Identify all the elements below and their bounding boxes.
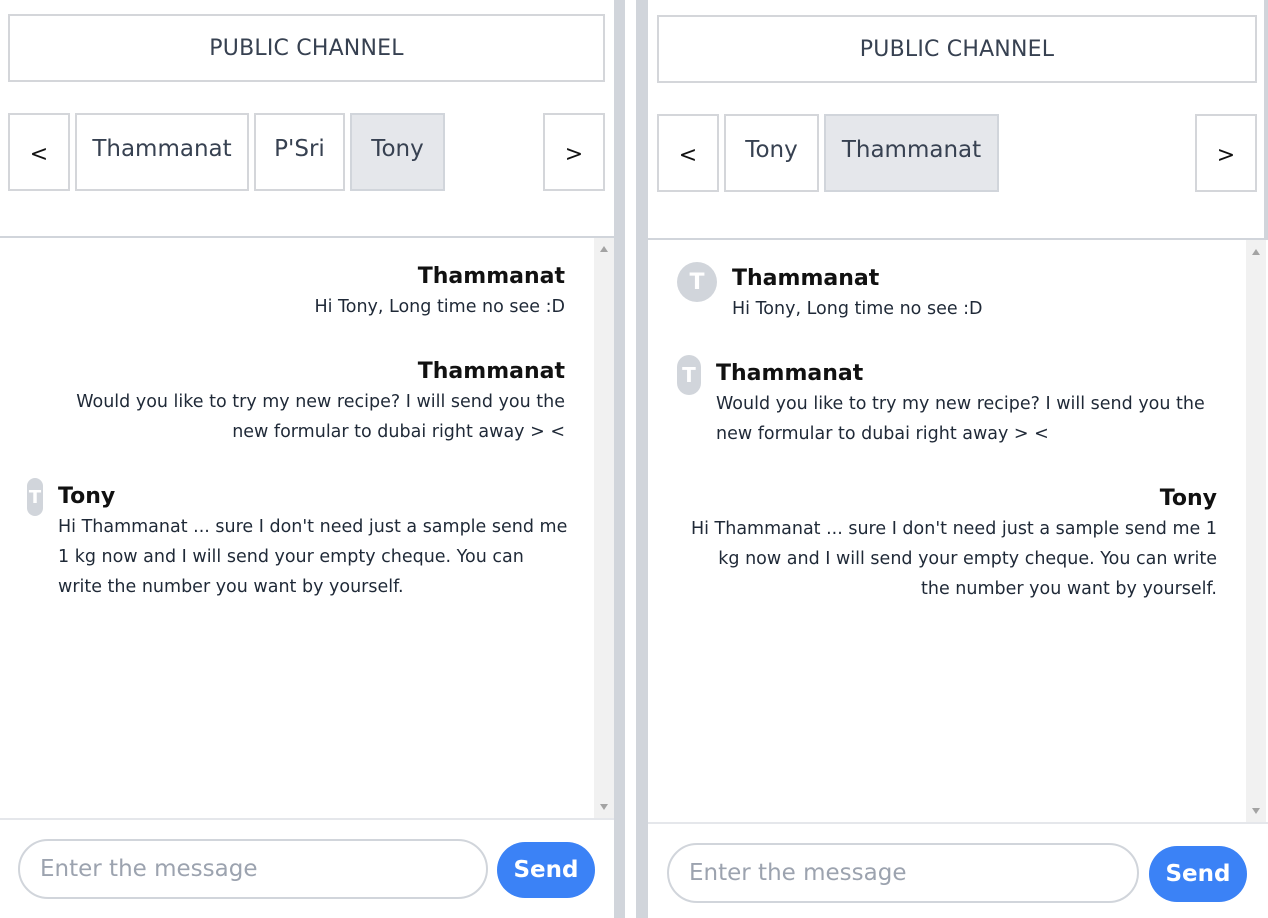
message-item: Thammanat Would you like to try my new r… bbox=[716, 359, 1236, 449]
message-text-line: the number you want by yourself. bbox=[921, 579, 1217, 599]
message-text-line: Would you like to try my new recipe? I w… bbox=[76, 392, 565, 412]
message-text: Hi Tony, Long time no see :D bbox=[732, 299, 983, 319]
tab-psri[interactable]: P'Sri bbox=[254, 113, 345, 191]
send-button[interactable]: Send bbox=[1149, 846, 1247, 902]
message-list: T Thammanat Hi Tony, Long time no see :D… bbox=[648, 240, 1246, 822]
message-text-line: 1 kg now and I will send your empty cheq… bbox=[58, 547, 524, 567]
scroll-up-icon[interactable] bbox=[1252, 249, 1260, 255]
message-scrollbar[interactable] bbox=[1246, 240, 1266, 822]
message-text: Hi Tony, Long time no see :D bbox=[314, 297, 565, 317]
message-item: Thammanat Hi Tony, Long time no see :D bbox=[732, 264, 1232, 324]
message-sender: Tony bbox=[58, 484, 116, 509]
message-item: Thammanat Would you like to try my new r… bbox=[20, 357, 565, 447]
message-text-line: kg now and I will send your empty cheque… bbox=[718, 549, 1217, 569]
message-sender: Thammanat bbox=[417, 359, 565, 384]
message-item: Tony Hi Thammanat ... sure I don't need … bbox=[58, 482, 578, 602]
message-text-line: Hi Thammanat ... sure I don't need just … bbox=[690, 519, 1217, 539]
message-sender: Thammanat bbox=[716, 361, 864, 386]
next-tab-button[interactable]: > bbox=[1195, 114, 1257, 192]
send-button[interactable]: Send bbox=[497, 842, 595, 898]
message-input[interactable]: Enter the message bbox=[18, 839, 488, 899]
avatar: T bbox=[677, 262, 717, 302]
chat-panel-left: PUBLIC CHANNEL < Thammanat P'Sri Tony > … bbox=[0, 0, 614, 918]
next-tab-button[interactable]: > bbox=[543, 113, 605, 191]
prev-tab-button[interactable]: < bbox=[657, 114, 719, 192]
message-item: Thammanat Hi Tony, Long time no see :D bbox=[20, 262, 565, 322]
window-edge bbox=[1264, 0, 1268, 240]
panel-gap bbox=[625, 0, 636, 918]
prev-tab-button[interactable]: < bbox=[8, 113, 70, 191]
avatar: T bbox=[27, 478, 43, 516]
public-channel-button[interactable]: PUBLIC CHANNEL bbox=[8, 14, 605, 82]
message-item: Tony Hi Thammanat ... sure I don't need … bbox=[678, 484, 1217, 604]
message-sender: Tony bbox=[1159, 486, 1217, 511]
message-sender: Thammanat bbox=[732, 266, 880, 291]
chat-panel-right: PUBLIC CHANNEL < Tony Thammanat > T Tham… bbox=[648, 0, 1268, 918]
message-list: Thammanat Hi Tony, Long time no see :D T… bbox=[0, 238, 594, 818]
message-text-line: Hi Thammanat ... sure I don't need just … bbox=[58, 517, 568, 537]
panel-divider-left bbox=[614, 0, 625, 918]
message-input[interactable]: Enter the message bbox=[667, 843, 1139, 903]
input-divider bbox=[0, 818, 614, 820]
tab-tony-active[interactable]: Tony bbox=[350, 113, 445, 191]
message-scrollbar[interactable] bbox=[594, 238, 614, 818]
scroll-down-icon[interactable] bbox=[600, 804, 608, 810]
avatar: T bbox=[677, 355, 701, 395]
scroll-up-icon[interactable] bbox=[600, 246, 608, 252]
tab-tony[interactable]: Tony bbox=[724, 114, 819, 192]
message-text-line: new formular to dubai right away > < bbox=[716, 424, 1049, 444]
public-channel-button[interactable]: PUBLIC CHANNEL bbox=[657, 15, 1257, 83]
panel-divider-right bbox=[636, 0, 648, 918]
message-text-line: write the number you want by yourself. bbox=[58, 577, 404, 597]
scroll-down-icon[interactable] bbox=[1252, 808, 1260, 814]
message-text-line: new formular to dubai right away > < bbox=[232, 422, 565, 442]
input-divider bbox=[648, 822, 1268, 824]
tab-thammanat[interactable]: Thammanat bbox=[75, 113, 249, 191]
tab-thammanat-active[interactable]: Thammanat bbox=[824, 114, 999, 192]
message-text-line: Would you like to try my new recipe? I w… bbox=[716, 394, 1205, 414]
message-sender: Thammanat bbox=[417, 264, 565, 289]
